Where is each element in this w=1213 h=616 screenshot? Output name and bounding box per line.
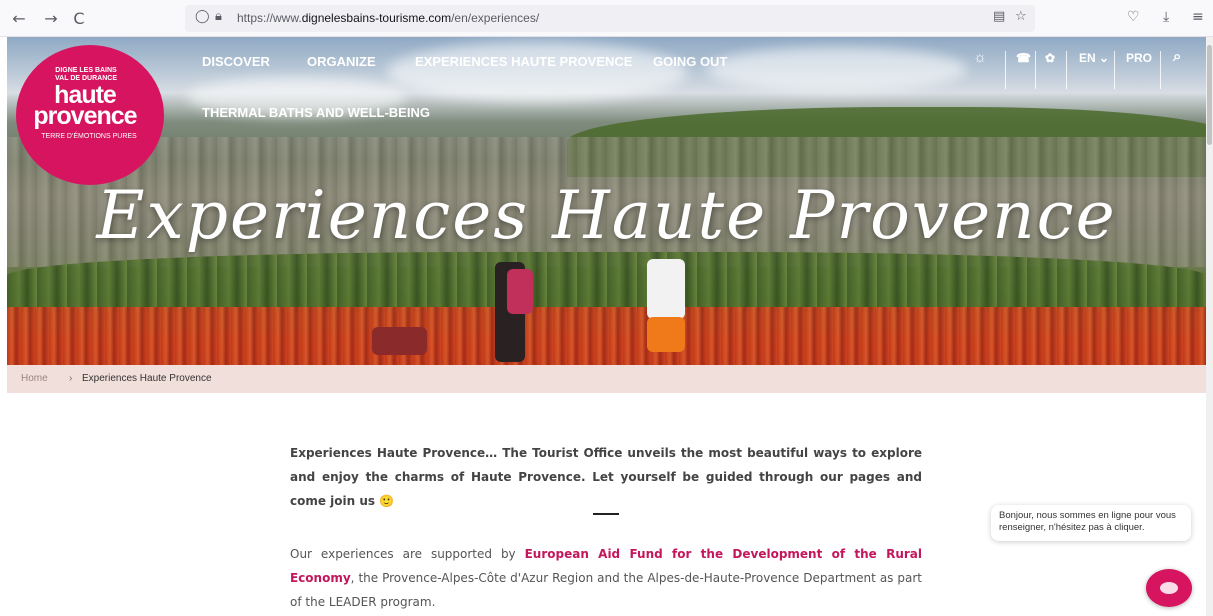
logo-wordmark: haute provence [10, 83, 160, 130]
reload-icon[interactable]: C [68, 8, 90, 30]
menu-experiences[interactable]: EXPERIENCES HAUTE PROVENCE [415, 54, 632, 69]
browser-toolbar: ← → C ◯ 🔒︎ https://www.dignelesbains-tou… [0, 0, 1213, 37]
back-icon[interactable]: ← [8, 8, 30, 30]
logo-subtitle-line1: DIGNE LES BAINS [55, 67, 117, 74]
url-domain: dignelesbains-tourisme.com [301, 11, 452, 25]
url-text: https://www.dignelesbains-tourisme.com/e… [237, 11, 539, 25]
chat-message-bubble[interactable]: Bonjour, nous sommes en ligne pour vous … [991, 505, 1191, 541]
pro-link[interactable]: PRO [1126, 51, 1152, 65]
menu-discover[interactable]: DISCOVER [202, 54, 270, 69]
bookmark-star-icon[interactable]: ☆ [1015, 9, 1027, 24]
divider [1114, 51, 1115, 89]
support-text-after: , the Provence-Alpes-Côte d'Azur Region … [290, 571, 922, 609]
divider [1035, 51, 1036, 89]
logo-wordmark-line2: provence [33, 102, 137, 130]
page-title: Experiences Haute Provence [96, 177, 1117, 254]
tracking-shield-icon[interactable]: ◯ [195, 9, 210, 24]
breadcrumb-home[interactable]: Home [21, 373, 48, 384]
logo-tagline: TERRE D'ÉMOTIONS PURES [41, 133, 137, 140]
section-divider [593, 513, 619, 515]
address-bar[interactable]: ◯ 🔒︎ https://www.dignelesbains-tourisme.… [185, 5, 1035, 32]
divider [1005, 51, 1006, 89]
app-menu-icon[interactable]: ≡ [1192, 9, 1204, 25]
hiker-figure [647, 259, 685, 319]
breadcrumb-current: Experiences Haute Provence [82, 373, 212, 384]
hero-trees [7, 252, 1206, 312]
lock-icon[interactable]: 🔒︎ [215, 9, 222, 24]
pocket-icon[interactable]: ♡ [1127, 9, 1140, 25]
hiker-figure [372, 327, 427, 355]
flower-icon[interactable]: ✿ [1045, 51, 1055, 65]
divider [1160, 51, 1161, 89]
scrollbar-thumb[interactable] [1207, 45, 1212, 145]
hero-cloud [707, 47, 967, 92]
url-prefix: https://www. [237, 11, 302, 25]
search-icon[interactable]: ⌕ [1173, 48, 1181, 65]
breadcrumb-separator: › [69, 373, 73, 384]
breadcrumb: Home › Experiences Haute Provence [7, 365, 1206, 393]
download-icon[interactable]: ⤓ [1163, 9, 1169, 25]
reader-view-icon[interactable]: ▤ [993, 9, 1005, 24]
forward-icon[interactable]: → [40, 8, 62, 30]
menu-thermal-baths[interactable]: THERMAL BATHS AND WELL-BEING [202, 105, 430, 120]
hiker-shorts [647, 317, 685, 352]
menu-going-out[interactable]: GOING OUT [653, 54, 727, 69]
chat-logo-icon [1160, 582, 1178, 594]
divider [1066, 51, 1067, 89]
hero-banner: DIGNE LES BAINS VAL DE DURANCE haute pro… [7, 37, 1206, 365]
url-path: /en/experiences/ [451, 11, 540, 25]
backpack-figure [507, 269, 533, 314]
hero-poppy-field [7, 307, 1206, 365]
chat-launcher-button[interactable] [1146, 569, 1192, 607]
weather-icon[interactable]: ☼ [973, 49, 987, 66]
support-text-before: Our experiences are supported by [290, 547, 525, 561]
phone-icon[interactable]: ☎ [1016, 51, 1031, 65]
hero-cloud [387, 42, 687, 102]
support-text: Our experiences are supported by Europea… [290, 542, 922, 614]
intro-text: Experiences Haute Provence… The Tourist … [290, 446, 922, 508]
language-selector[interactable]: EN ⌄ [1079, 51, 1109, 65]
menu-organize[interactable]: ORGANIZE [307, 54, 376, 69]
